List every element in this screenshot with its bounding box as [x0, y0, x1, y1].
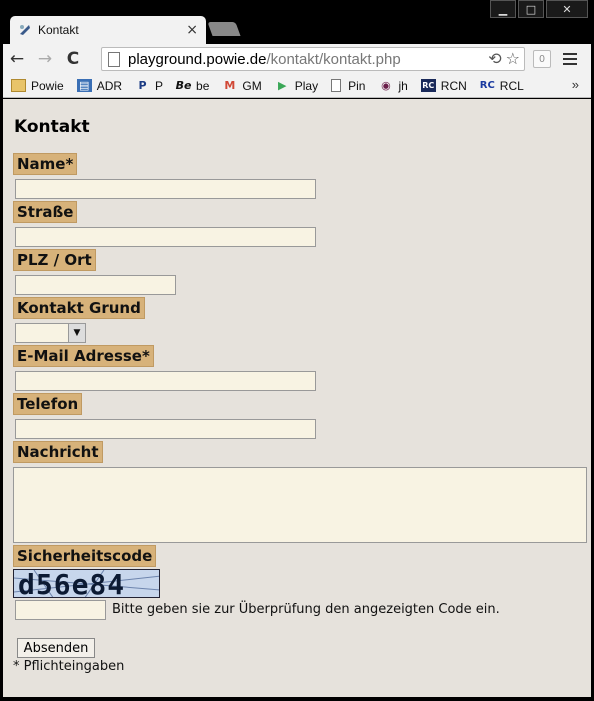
kontakt-grund-select[interactable]: ▼: [15, 323, 86, 343]
submit-button[interactable]: Absenden: [17, 638, 95, 658]
paypal-icon: P: [138, 79, 147, 92]
translate-icon[interactable]: ⟲: [488, 49, 501, 68]
email-label: E-Mail Adresse*: [13, 345, 154, 367]
captcha-text: d56e84: [18, 569, 126, 598]
rcn-icon: RC: [420, 79, 436, 92]
tab-title: Kontakt: [38, 23, 79, 37]
name-label: Name*: [13, 153, 78, 175]
forward-button[interactable]: →: [31, 46, 59, 72]
bookmark-label: Powie: [31, 78, 64, 93]
url-host: playground.powie.de: [128, 50, 267, 68]
favicon-icon: [20, 25, 30, 35]
browser-window: ▁ □ ✕ Kontakt × ← → C playground.powie.d…: [0, 0, 594, 701]
jh-icon: ◉: [381, 79, 391, 92]
kontakt-grund-label: Kontakt Grund: [13, 297, 145, 319]
bookmark-play[interactable]: ▶ Play: [275, 79, 318, 93]
bookmark-label: ADR: [96, 78, 123, 93]
window-controls: ▁ □ ✕: [490, 0, 588, 18]
captcha-hint: Bitte geben sie zur Überprüfung den ange…: [112, 602, 500, 617]
bookmark-label: Play: [294, 78, 319, 93]
title-bar: ▁ □ ✕ Kontakt ×: [0, 0, 594, 44]
back-button[interactable]: ←: [3, 46, 31, 72]
tab-close-icon[interactable]: ×: [186, 22, 198, 38]
bookmark-be[interactable]: Be be: [175, 78, 210, 93]
rcl-icon: RC: [479, 80, 495, 91]
reload-button[interactable]: C: [59, 46, 87, 72]
bookmark-label: Pin: [348, 78, 366, 93]
bookmarks-bar: Powie ▤ ADR P P Be be M GM ▶ Play Pin ◉ …: [3, 74, 591, 98]
email-field[interactable]: [15, 371, 316, 391]
new-tab-button[interactable]: [207, 22, 241, 36]
required-note: * Pflichteingaben: [13, 659, 125, 674]
bookmark-gm[interactable]: M GM: [222, 79, 261, 93]
omnibox-actions: ⟲ ☆: [488, 49, 520, 68]
page-content: Kontakt Name* Straße PLZ / Ort Kontakt G…: [3, 99, 591, 697]
bookmark-label: GM: [242, 78, 262, 93]
browser-tab[interactable]: Kontakt ×: [10, 16, 206, 44]
bookmark-label: P: [155, 78, 164, 93]
bookmark-label: RCN: [440, 78, 467, 93]
strasse-field[interactable]: [15, 227, 316, 247]
bookmark-adr[interactable]: ▤ ADR: [76, 78, 123, 93]
bookmark-rcl[interactable]: RC RCL: [480, 79, 524, 93]
browser-toolbar: ← → C playground.powie.de/kontakt/kontak…: [3, 44, 591, 74]
behance-icon: Be: [175, 79, 192, 92]
chevron-down-icon[interactable]: ▼: [68, 324, 85, 342]
bookmark-rcn[interactable]: RC RCN: [420, 78, 467, 93]
bookmark-label: jh: [398, 78, 408, 93]
menu-icon[interactable]: [563, 49, 583, 69]
bookmark-label: be: [196, 78, 210, 93]
page-icon: [108, 51, 120, 67]
contacts-icon: ▤: [76, 79, 92, 92]
nachricht-label: Nachricht: [13, 441, 103, 463]
bookmark-jh[interactable]: ◉ jh: [378, 78, 408, 93]
telefon-field[interactable]: [15, 419, 316, 439]
sicherheitscode-label: Sicherheitscode: [13, 545, 157, 567]
page-title: Kontakt: [14, 117, 90, 137]
folder-icon: [11, 79, 26, 92]
bookmark-star-icon[interactable]: ☆: [506, 49, 520, 68]
nachricht-textarea[interactable]: [13, 467, 587, 543]
strasse-label: Straße: [13, 201, 78, 223]
name-field[interactable]: [15, 179, 316, 199]
bookmark-pin[interactable]: Pin: [331, 79, 365, 93]
page-icon: [331, 79, 342, 92]
close-window-button[interactable]: ✕: [546, 0, 588, 18]
gmail-icon: M: [224, 79, 236, 92]
bookmark-label: RCL: [499, 78, 524, 93]
minimize-button[interactable]: ▁: [490, 0, 516, 18]
bookmark-powie[interactable]: Powie: [11, 79, 64, 93]
address-bar[interactable]: playground.powie.de/kontakt/kontakt.php …: [101, 47, 525, 71]
play-store-icon: ▶: [278, 79, 287, 92]
extension-icon[interactable]: 0: [533, 50, 551, 68]
plz-ort-field[interactable]: [15, 275, 176, 295]
bookmarks-more-icon[interactable]: »: [572, 77, 579, 92]
captcha-image: d56e84: [13, 569, 160, 598]
bookmark-p[interactable]: P P: [135, 78, 164, 93]
telefon-label: Telefon: [13, 393, 83, 415]
captcha-code-field[interactable]: [15, 600, 106, 620]
plz-ort-label: PLZ / Ort: [13, 249, 96, 271]
maximize-button[interactable]: □: [518, 0, 544, 18]
url-path: /kontakt/kontakt.php: [266, 50, 401, 68]
